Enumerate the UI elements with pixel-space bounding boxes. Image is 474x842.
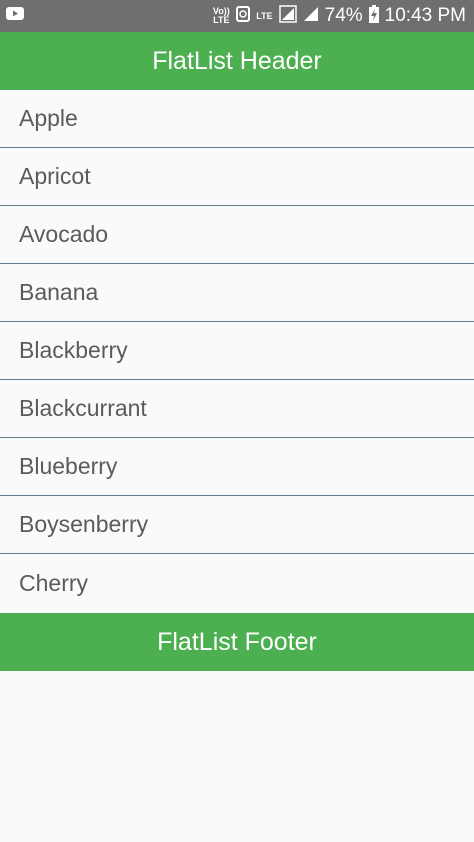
list-header-title: FlatList Header: [152, 46, 322, 75]
volte-indicator: Vo)) LTE: [212, 6, 230, 25]
list-item[interactable]: Apple: [0, 90, 474, 148]
list-footer-title: FlatList Footer: [157, 627, 317, 656]
list-item-label: Blackcurrant: [19, 395, 147, 421]
list-item-label: Apple: [19, 105, 78, 131]
list-item-label: Apricot: [19, 163, 91, 189]
battery-percentage: 74%: [324, 5, 363, 26]
signal-strength-icon: [278, 4, 297, 28]
list-item[interactable]: Cherry: [0, 554, 474, 613]
list-item[interactable]: Boysenberry: [0, 496, 474, 554]
list-footer: FlatList Footer: [0, 613, 474, 671]
list-item-label: Banana: [19, 279, 99, 305]
list-item[interactable]: Avocado: [0, 206, 474, 264]
list-item[interactable]: Blueberry: [0, 438, 474, 496]
list-item-label: Blueberry: [19, 453, 118, 479]
list-item[interactable]: Banana: [0, 264, 474, 322]
list-item[interactable]: Apricot: [0, 148, 474, 206]
lte-indicator: LTE: [256, 10, 273, 21]
battery-charging-icon: [368, 4, 379, 28]
empty-area: [0, 671, 474, 833]
status-bar: Vo)) LTE LTE 74% 10:43 PM: [0, 0, 474, 32]
list-item[interactable]: Blackberry: [0, 322, 474, 380]
list-item-label: Avocado: [19, 221, 109, 247]
list-item[interactable]: Blackcurrant: [0, 380, 474, 438]
signal-strength-icon: [303, 6, 319, 27]
sync-icon: [236, 5, 251, 27]
youtube-icon: [6, 7, 24, 25]
list-item-label: Blackberry: [19, 337, 128, 363]
list-item-label: Cherry: [19, 570, 89, 596]
fruit-list[interactable]: Apple Apricot Avocado Banana Blackberry Black…: [0, 90, 474, 613]
list-item-label: Boysenberry: [19, 511, 149, 537]
list-header: FlatList Header: [0, 32, 474, 90]
clock: 10:43 PM: [384, 5, 466, 26]
